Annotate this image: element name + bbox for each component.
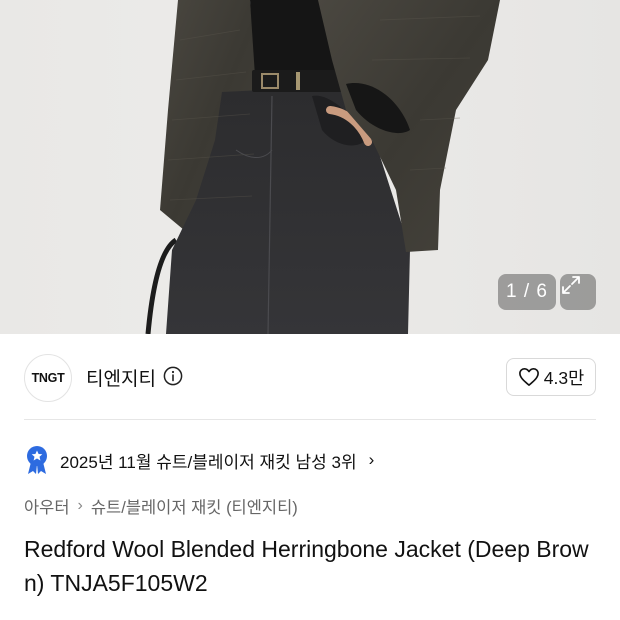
star-badge-icon bbox=[27, 446, 47, 474]
ranking-link[interactable]: 2025년 11월 슈트/블레이저 재킷 남성 3위 › bbox=[24, 444, 374, 476]
brand-name[interactable]: 티엔지티 bbox=[86, 364, 156, 391]
breadcrumb-separator-icon: › bbox=[77, 497, 83, 514]
gallery-pager: 1 / 6 bbox=[498, 274, 556, 310]
brand-logo[interactable]: TNGT bbox=[24, 354, 72, 402]
product-image[interactable]: 1 / 6 bbox=[0, 0, 620, 334]
ranking-text: 2025년 11월 슈트/블레이저 재킷 남성 3위 bbox=[60, 452, 357, 472]
heart-icon bbox=[518, 368, 539, 386]
chevron-right-icon: › bbox=[368, 450, 375, 469]
divider bbox=[24, 419, 596, 420]
breadcrumb-item-outer[interactable]: 아우터 bbox=[24, 494, 70, 518]
like-button[interactable]: 4.3만 bbox=[506, 358, 596, 396]
product-title: Redford Wool Blended Herringbone Jacket … bbox=[24, 536, 589, 596]
expand-icon bbox=[562, 276, 580, 294]
expand-button[interactable] bbox=[560, 274, 596, 310]
brand-row: TNGT 티엔지티 4.3만 bbox=[0, 334, 620, 420]
like-count: 4.3만 bbox=[543, 367, 585, 388]
breadcrumb: 아우터 › 슈트/블레이저 재킷 (티엔지티) bbox=[24, 494, 298, 518]
breadcrumb-item-category[interactable]: 슈트/블레이저 재킷 (티엔지티) bbox=[91, 494, 298, 518]
info-icon[interactable] bbox=[163, 366, 183, 386]
